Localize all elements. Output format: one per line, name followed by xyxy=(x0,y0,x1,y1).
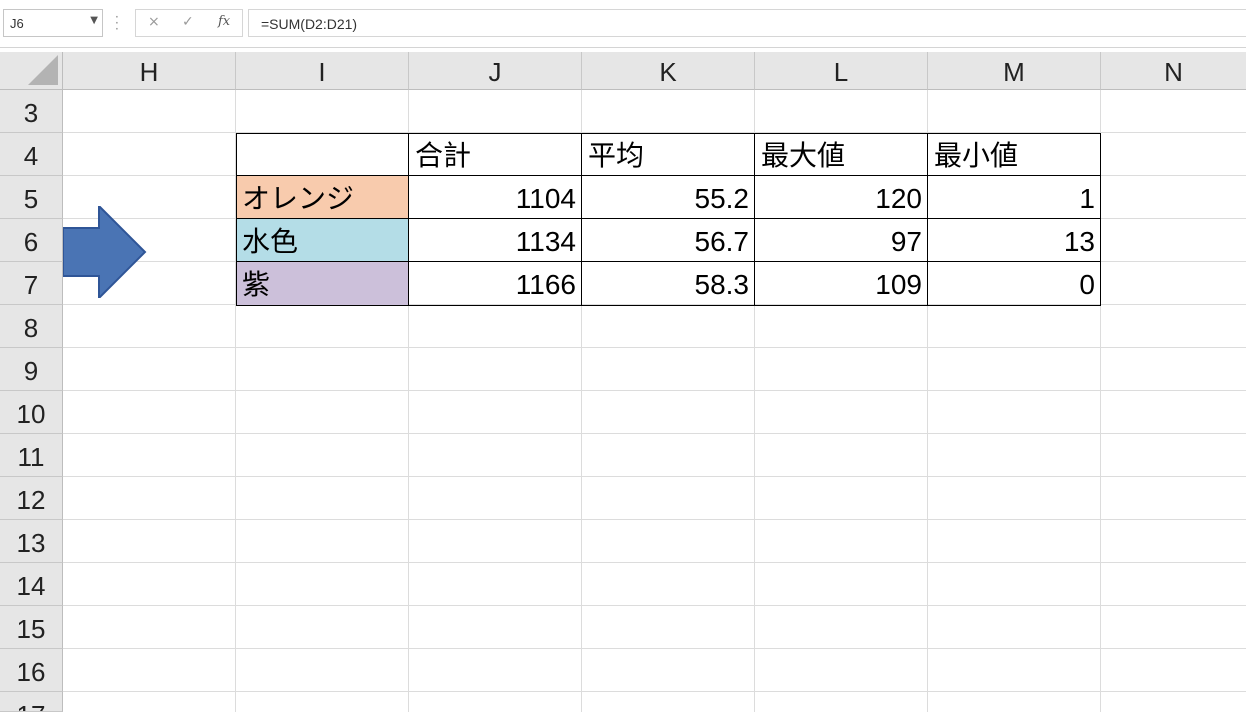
cell-L4[interactable]: 最大値 xyxy=(755,133,928,176)
row-header-15[interactable]: 15 xyxy=(0,606,63,649)
cell-M5[interactable]: 1 xyxy=(928,176,1101,219)
enter-icon[interactable]: ✓ xyxy=(182,14,194,30)
cell-I5[interactable]: オレンジ xyxy=(236,176,409,219)
row-header-7[interactable]: 7 xyxy=(0,262,63,305)
cell-J4[interactable]: 合計 xyxy=(409,133,582,176)
table-border-line xyxy=(754,133,755,306)
row-header-9[interactable]: 9 xyxy=(0,348,63,391)
gridline xyxy=(63,648,1246,649)
formula-bar: J6 ▼ · · · × ✓ fx =SUM(D2:D21) xyxy=(0,0,1246,48)
cell-M7[interactable]: 0 xyxy=(928,262,1101,305)
cell-L5[interactable]: 120 xyxy=(755,176,928,219)
row-header-10[interactable]: 10 xyxy=(0,391,63,434)
row-header-17[interactable]: 17 xyxy=(0,692,63,712)
column-header-L[interactable]: L xyxy=(755,52,928,90)
chevron-down-icon[interactable]: ▼ xyxy=(90,15,98,26)
cell-I4[interactable] xyxy=(236,133,409,176)
gridline xyxy=(63,562,1246,563)
column-header-J[interactable]: J xyxy=(409,52,582,90)
cell-I7[interactable]: 紫 xyxy=(236,262,409,305)
right-arrow-icon[interactable] xyxy=(63,206,147,298)
cell-K6[interactable]: 56.7 xyxy=(582,219,755,262)
drag-handle-icon[interactable]: · · · xyxy=(115,11,119,35)
cell-I6[interactable]: 水色 xyxy=(236,219,409,262)
cell-M4[interactable]: 最小値 xyxy=(928,133,1101,176)
row-header-13[interactable]: 13 xyxy=(0,520,63,563)
row-header-4[interactable]: 4 xyxy=(0,133,63,176)
row-header-6[interactable]: 6 xyxy=(0,219,63,262)
cell-L7[interactable]: 109 xyxy=(755,262,928,305)
gridline xyxy=(63,390,1246,391)
gridline xyxy=(63,519,1246,520)
table-border-line xyxy=(236,218,1101,219)
insert-function-icon[interactable]: fx xyxy=(218,14,230,29)
cell-K4[interactable]: 平均 xyxy=(582,133,755,176)
row-header-3[interactable]: 3 xyxy=(0,90,63,133)
cancel-icon[interactable]: × xyxy=(148,14,160,30)
formula-buttons: × ✓ fx xyxy=(135,9,243,37)
cell-K5[interactable]: 55.2 xyxy=(582,176,755,219)
row-header-14[interactable]: 14 xyxy=(0,563,63,606)
column-header-I[interactable]: I xyxy=(236,52,409,90)
formula-text: =SUM(D2:D21) xyxy=(261,16,358,32)
table-border-line xyxy=(236,261,1101,262)
name-box-value: J6 xyxy=(10,16,24,31)
gridline xyxy=(63,433,1246,434)
cell-J7[interactable]: 1166 xyxy=(409,262,582,305)
row-header-12[interactable]: 12 xyxy=(0,477,63,520)
table-border-line xyxy=(408,133,409,306)
table-border-line xyxy=(236,175,1101,176)
table-border-line xyxy=(581,133,582,306)
gridline xyxy=(63,347,1246,348)
row-header-11[interactable]: 11 xyxy=(0,434,63,477)
row-header-5[interactable]: 5 xyxy=(0,176,63,219)
cell-K7[interactable]: 58.3 xyxy=(582,262,755,305)
row-header-16[interactable]: 16 xyxy=(0,649,63,692)
column-header-N[interactable]: N xyxy=(1101,52,1246,90)
gridline xyxy=(63,691,1246,692)
table-border-line xyxy=(927,133,928,306)
gridline xyxy=(63,476,1246,477)
select-all-corner[interactable] xyxy=(0,52,63,90)
cell-J6[interactable]: 1134 xyxy=(409,219,582,262)
formula-input[interactable]: =SUM(D2:D21) xyxy=(248,9,1246,37)
column-header-K[interactable]: K xyxy=(582,52,755,90)
cell-L6[interactable]: 97 xyxy=(755,219,928,262)
gridline xyxy=(63,605,1246,606)
name-box[interactable]: J6 ▼ xyxy=(3,9,103,37)
cell-M6[interactable]: 13 xyxy=(928,219,1101,262)
column-header-H[interactable]: H xyxy=(63,52,236,90)
row-header-8[interactable]: 8 xyxy=(0,305,63,348)
cell-J5[interactable]: 1104 xyxy=(409,176,582,219)
column-header-M[interactable]: M xyxy=(928,52,1101,90)
